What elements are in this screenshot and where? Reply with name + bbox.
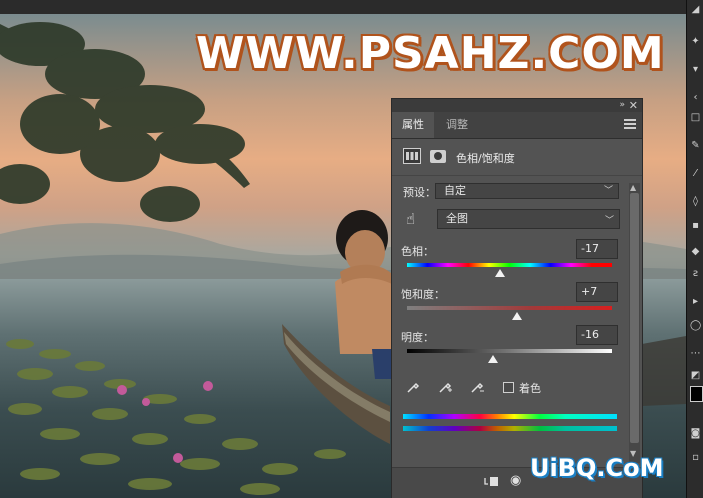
tool-icon-17[interactable]: ▫	[690, 452, 701, 463]
adjustment-title: 色相/饱和度	[456, 152, 515, 165]
properties-panel: » ✕ 属性 调整 色相/饱和度 预设： 自定 ﹀ ☝ 全图 ﹀ 色相： -17…	[391, 98, 643, 498]
saturation-slider-thumb[interactable]	[511, 312, 522, 320]
output-color-bar	[403, 426, 617, 431]
right-toolbar: ◢ ✦ ▾ ‹ □ ✎ ⁄ ◊ ▪ ◆ ƨ ▸ ◯ ⋯ ◩ ◙ ▫	[686, 0, 703, 498]
tool-icon-10[interactable]: ◆	[690, 246, 701, 257]
pier	[642, 336, 686, 406]
tool-icon-13[interactable]: ◯	[690, 320, 701, 331]
input-color-bar	[403, 414, 617, 419]
lily-pads	[6, 339, 346, 495]
chevron-down-icon: ﹀	[604, 216, 614, 226]
tool-icon-8[interactable]: ◊	[690, 196, 701, 207]
panel-tabs: 属性 调整	[392, 112, 642, 139]
corner-watermark: UiBQ.CoM	[530, 454, 664, 482]
clip-to-layer-icon[interactable]	[482, 474, 500, 490]
lightness-slider-thumb[interactable]	[488, 355, 499, 363]
lightness-slider-track[interactable]	[407, 349, 612, 353]
tab-properties[interactable]: 属性	[392, 112, 434, 138]
hamburger-menu-icon[interactable]	[624, 119, 636, 129]
layer-mask-icon[interactable]	[430, 150, 446, 163]
tool-icon-14[interactable]: ⋯	[690, 348, 701, 359]
hand-drag-icon[interactable]: ☝	[406, 210, 415, 228]
tool-icon-2[interactable]: ✦	[690, 36, 701, 47]
preset-select[interactable]: 自定 ﹀	[435, 183, 619, 199]
close-icon[interactable]: ✕	[629, 99, 638, 112]
tool-icon-3[interactable]: ▾	[690, 64, 701, 75]
tab-adjustments[interactable]: 调整	[436, 112, 478, 138]
saturation-slider-track[interactable]	[407, 306, 612, 310]
panel-titlebar[interactable]: » ✕	[392, 99, 642, 112]
hue-saturation-layer-icon[interactable]	[403, 148, 421, 164]
boy-figure	[335, 210, 392, 379]
tool-icon-7[interactable]: ⁄	[690, 168, 701, 179]
saturation-value-field[interactable]: +7	[576, 282, 618, 302]
tool-icon-6[interactable]: ✎	[690, 140, 701, 151]
double-chevron-icon[interactable]: »	[619, 100, 625, 110]
chevron-down-icon: ﹀	[603, 186, 613, 196]
tool-icon-15[interactable]: ◩	[690, 370, 701, 381]
tool-icon-16[interactable]: ◙	[690, 428, 701, 439]
tool-icon-9[interactable]: ▪	[690, 220, 701, 231]
lightness-label: 明度：	[401, 331, 434, 344]
lightness-value-field[interactable]: -16	[576, 325, 618, 345]
tool-icon-4[interactable]: ‹	[690, 92, 701, 103]
eyedropper-add-icon[interactable]	[438, 380, 452, 394]
preset-label: 预设：	[403, 186, 436, 199]
preset-value: 自定	[444, 184, 466, 197]
saturation-label: 饱和度：	[401, 288, 445, 301]
colorize-label: 着色	[519, 382, 541, 395]
top-strip	[0, 0, 686, 14]
channel-value: 全图	[446, 212, 468, 225]
scroll-up-arrow-icon[interactable]: ▲	[630, 183, 636, 192]
foreground-color-swatch[interactable]	[690, 386, 703, 402]
eyedropper-icon[interactable]	[406, 380, 420, 394]
hue-label: 色相：	[401, 245, 434, 258]
tool-icon-5[interactable]: □	[690, 112, 701, 123]
channel-select[interactable]: 全图 ﹀	[437, 209, 620, 229]
tool-icon-12[interactable]: ▸	[690, 296, 701, 307]
hue-slider-track[interactable]	[407, 263, 612, 267]
hue-slider-thumb[interactable]	[494, 269, 505, 277]
site-watermark: WWW.PSAHZ.COM	[196, 28, 665, 79]
scrollbar-thumb[interactable]	[630, 193, 639, 443]
colorize-checkbox[interactable]	[503, 382, 514, 393]
eyedropper-subtract-icon[interactable]	[470, 380, 484, 394]
tool-icon-11[interactable]: ƨ	[690, 268, 701, 279]
tool-icon-1[interactable]: ◢	[690, 4, 701, 15]
hue-value-field[interactable]: -17	[576, 239, 618, 259]
eye-icon[interactable]: ◉	[510, 473, 521, 488]
